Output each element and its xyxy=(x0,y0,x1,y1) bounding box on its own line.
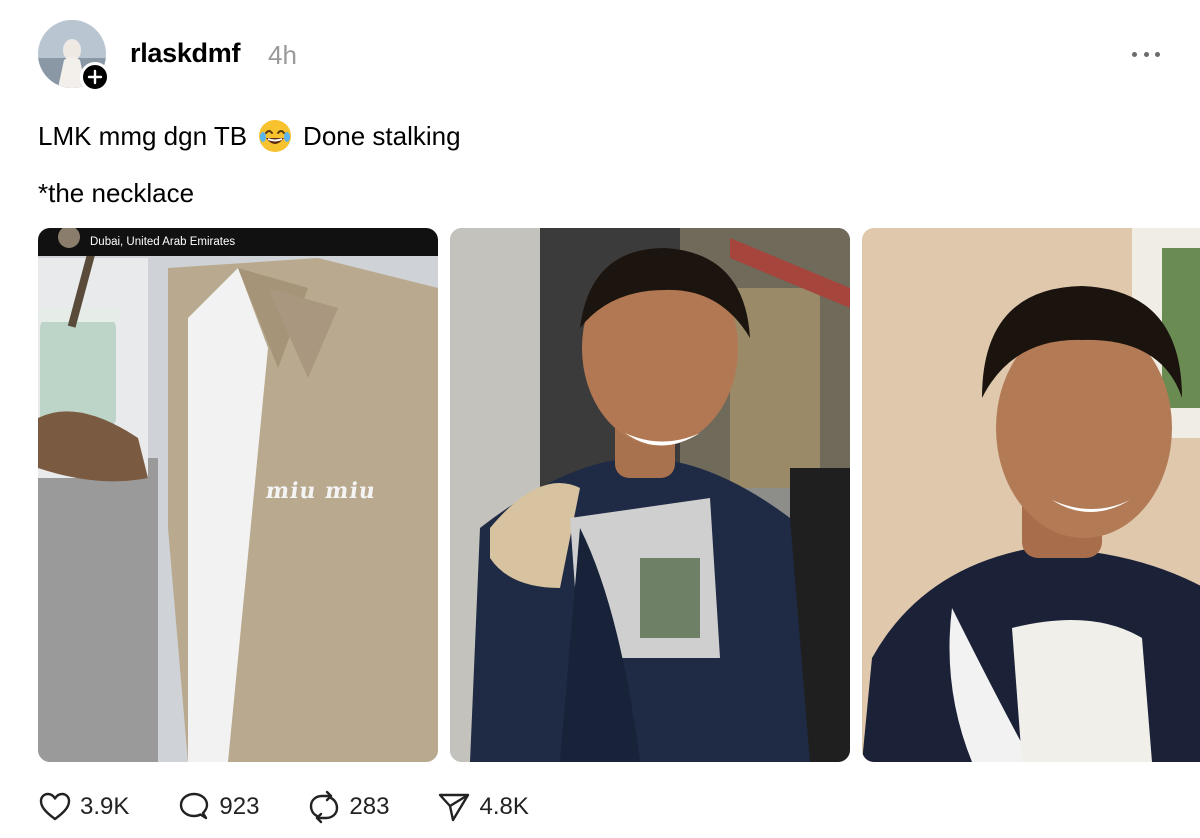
share-button[interactable]: 4.8K xyxy=(437,790,529,824)
media-image-1 xyxy=(38,228,438,762)
username[interactable]: rlaskdmf xyxy=(130,38,240,69)
post-text-part2: Done stalking xyxy=(303,120,461,151)
action-bar: 3.9K 923 283 4.8K xyxy=(38,790,577,824)
reply-button[interactable]: 923 xyxy=(177,790,259,824)
media-item-3[interactable] xyxy=(862,228,1200,762)
like-count: 3.9K xyxy=(80,793,130,820)
plus-icon xyxy=(87,69,103,85)
share-count: 4.8K xyxy=(479,793,529,820)
media-item-1[interactable]: Dubai, United Arab Emirates miu miu xyxy=(38,228,438,762)
comment-icon xyxy=(180,792,209,820)
reply-count: 923 xyxy=(219,793,260,820)
more-icon[interactable] xyxy=(1128,42,1164,66)
post-text-line2: *the necklace xyxy=(38,178,195,208)
location-avatar xyxy=(58,228,80,248)
repost-button[interactable]: 283 xyxy=(307,790,389,824)
heart-icon xyxy=(39,792,71,821)
media-item-2[interactable] xyxy=(450,228,850,762)
location-label: Dubai, United Arab Emirates xyxy=(90,236,236,248)
like-button[interactable]: 3.9K xyxy=(38,790,129,824)
post-text-line1: LMK mmg dgn TB Done stalking xyxy=(38,118,461,154)
repost-count: 283 xyxy=(349,793,390,820)
media-image-3 xyxy=(862,228,1200,762)
send-icon xyxy=(439,793,470,822)
post-text-part1: LMK mmg dgn TB xyxy=(38,120,248,151)
timestamp: 4h xyxy=(268,40,297,70)
jacket-logo-text: miu miu xyxy=(264,478,378,504)
follow-button[interactable] xyxy=(80,62,110,92)
location-bar: Dubai, United Arab Emirates xyxy=(38,228,438,256)
repost-icon xyxy=(310,790,339,824)
author-avatar-wrap[interactable] xyxy=(38,20,110,92)
joy-emoji xyxy=(259,120,292,152)
media-image-2 xyxy=(450,228,850,762)
